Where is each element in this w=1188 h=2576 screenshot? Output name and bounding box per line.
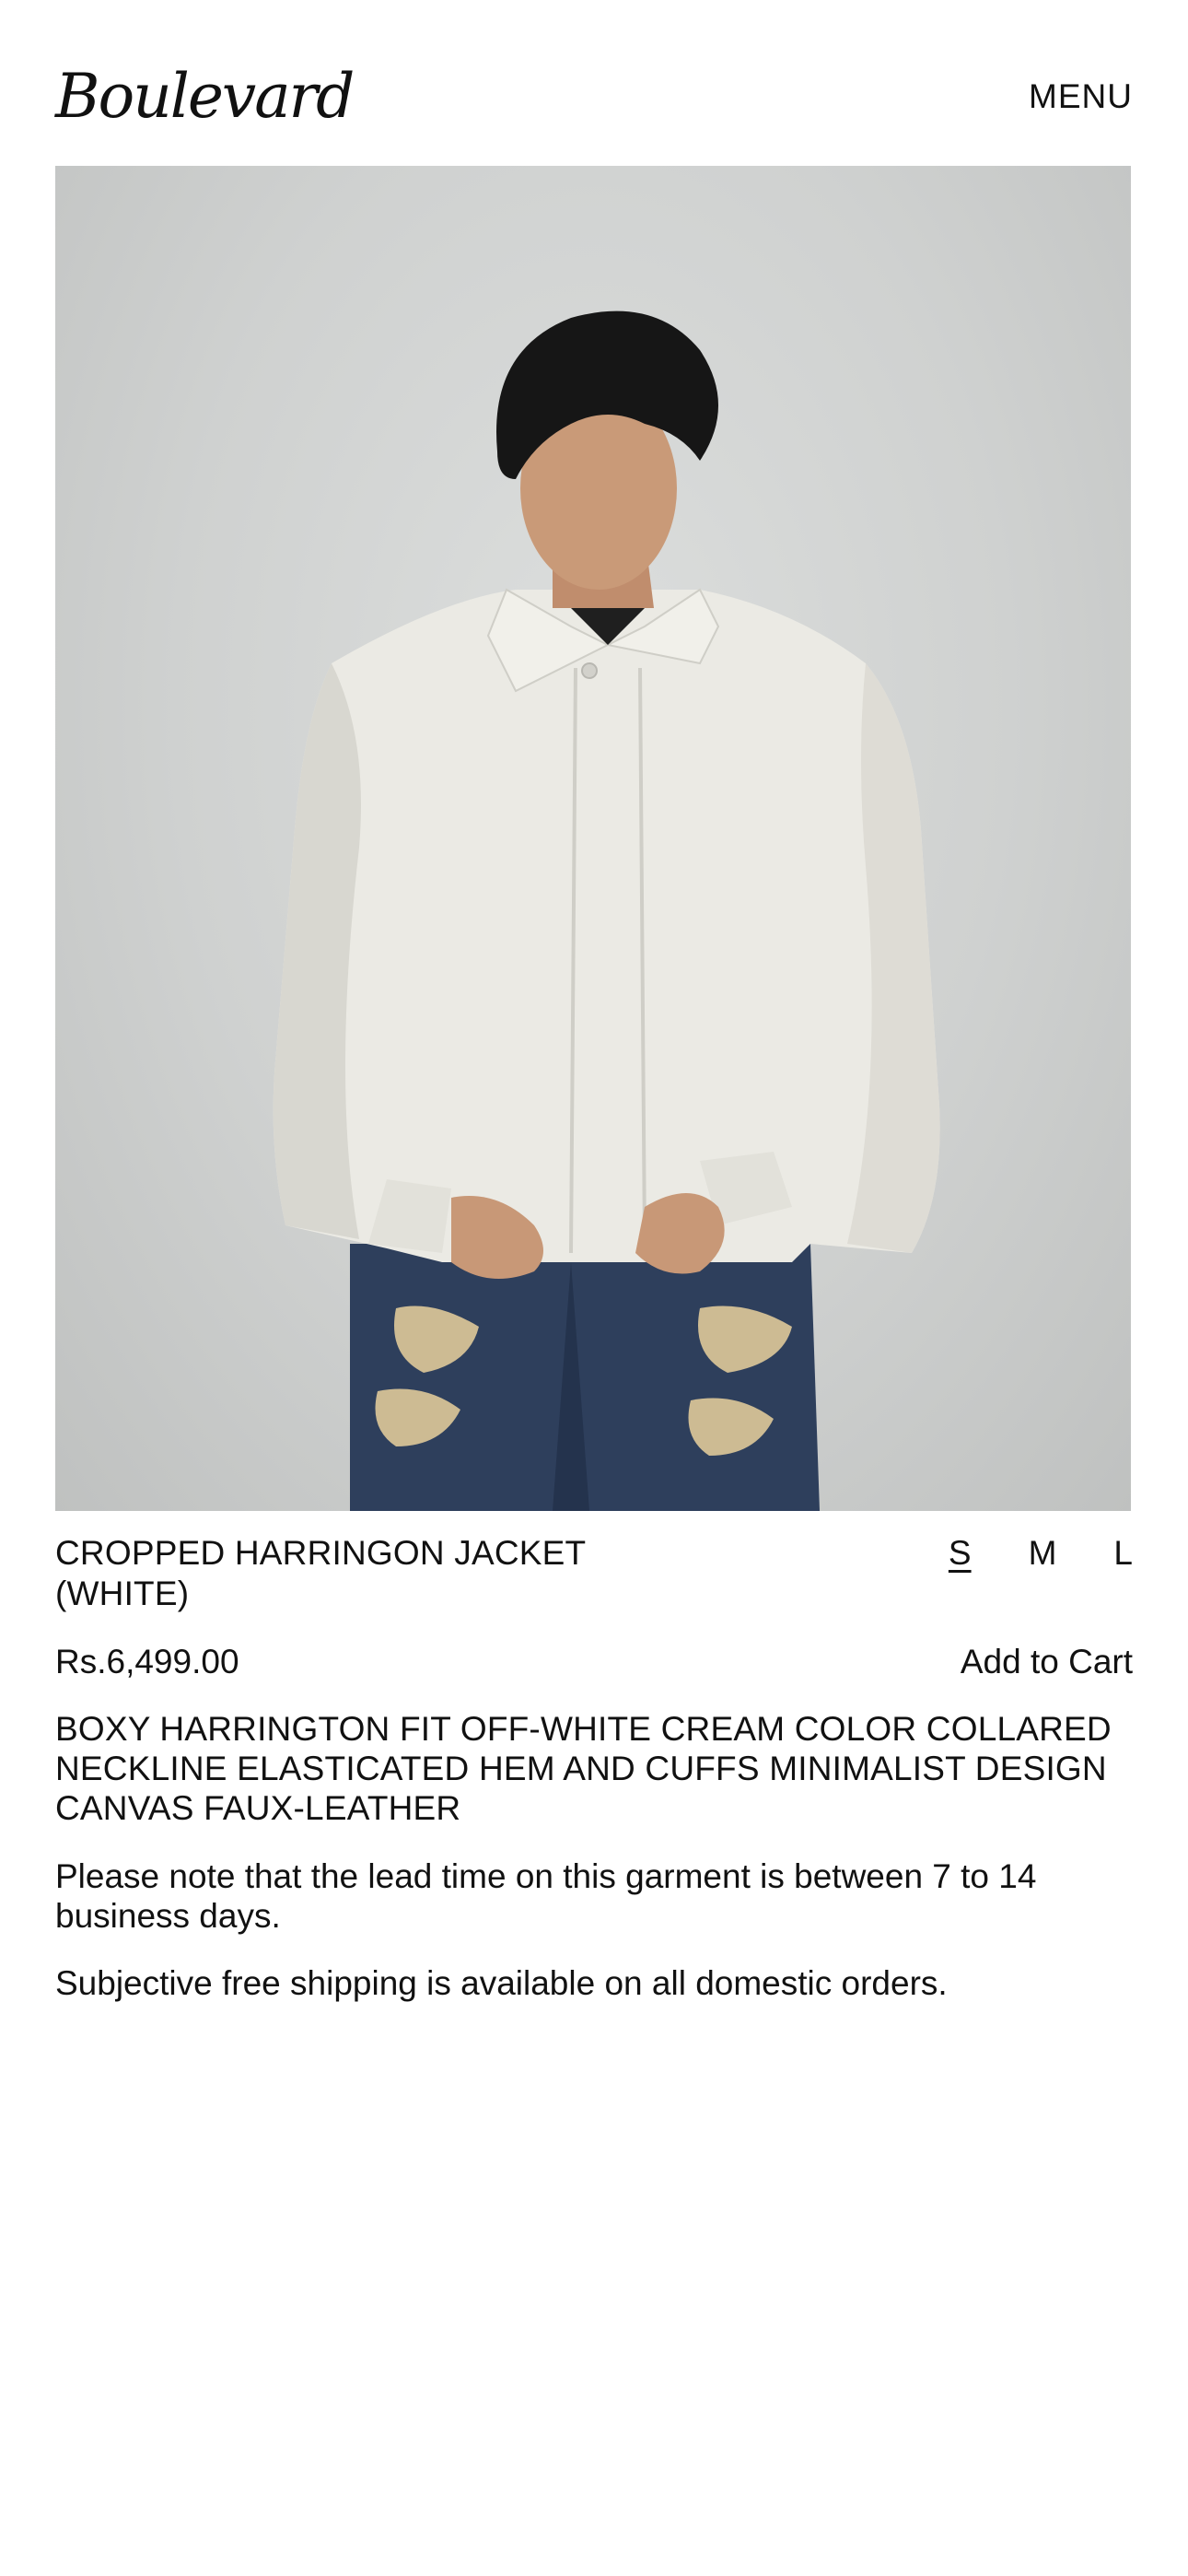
product-image <box>55 166 1131 1511</box>
size-selector: S M L <box>891 1533 1133 1574</box>
product-title-row: CROPPED HARRINGON JACKET (WHITE) S M L <box>55 1533 1133 1614</box>
size-option-m[interactable]: M <box>1029 1533 1057 1574</box>
lead-time-note: Please note that the lead time on this g… <box>55 1857 1037 1935</box>
menu-button[interactable]: MENU <box>1029 77 1133 116</box>
product-photo-illustration <box>273 310 940 1511</box>
size-option-l[interactable]: L <box>1113 1533 1133 1574</box>
product-title: CROPPED HARRINGON JACKET (WHITE) <box>55 1534 586 1612</box>
price-row: Rs.6,499.00 Add to Cart <box>55 1642 1133 1682</box>
add-to-cart-button[interactable]: Add to Cart <box>961 1642 1133 1682</box>
size-option-s[interactable]: S <box>949 1533 972 1574</box>
product-description: BOXY HARRINGTON FIT OFF-WHITE CREAM COLO… <box>55 1710 1112 1827</box>
site-header: Boulevard MENU <box>55 55 1133 138</box>
shipping-note: Subjective free shipping is available on… <box>55 1964 948 2002</box>
brand-logo[interactable]: Boulevard <box>55 66 355 127</box>
jacket-shape <box>273 590 940 1262</box>
product-price: Rs.6,499.00 <box>55 1643 239 1680</box>
